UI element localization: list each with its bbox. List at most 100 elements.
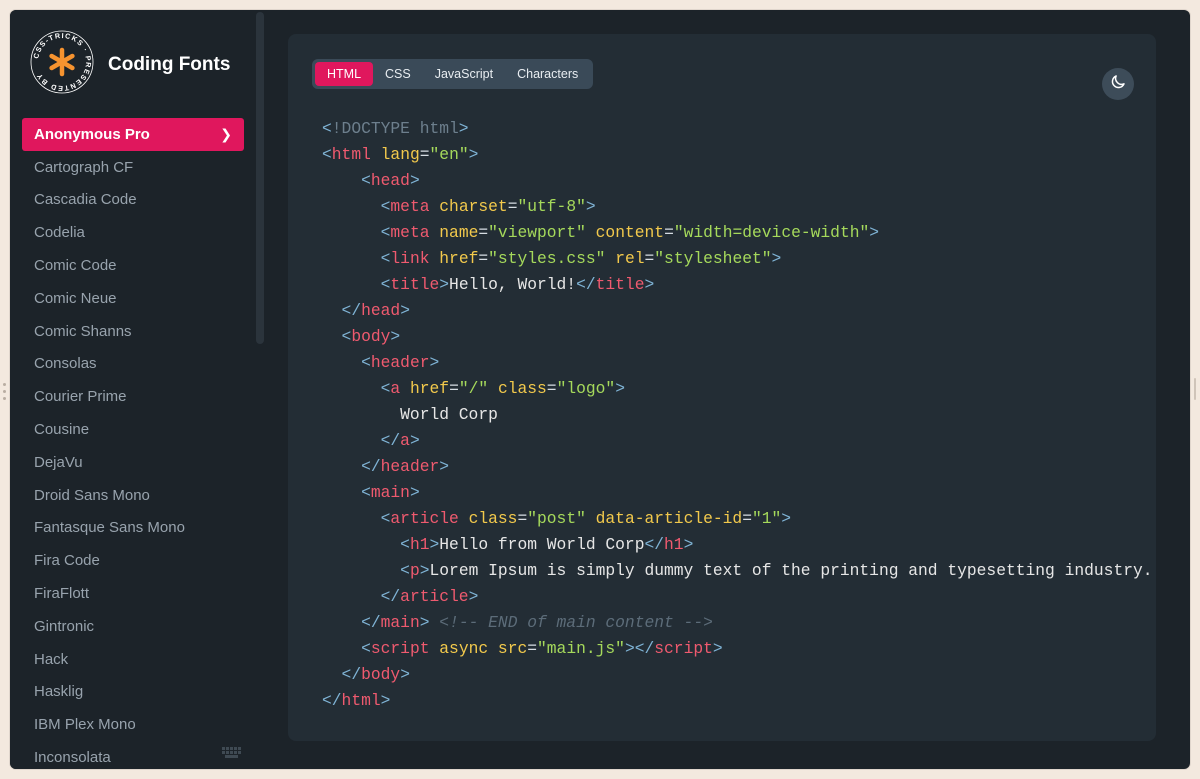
- font-item-gintronic[interactable]: Gintronic: [22, 610, 244, 643]
- font-item-hasklig[interactable]: Hasklig: [22, 676, 244, 709]
- code-token: =: [507, 197, 518, 216]
- code-token: World Corp: [322, 405, 498, 424]
- font-list: Anonymous Pro ❯ Cartograph CF Cascadia Code…: [22, 118, 244, 769]
- font-item-label: Fantasque Sans Mono: [34, 519, 185, 537]
- code-token: =: [449, 379, 459, 398]
- font-item-label: DejaVu: [34, 453, 83, 471]
- font-item-hack[interactable]: Hack: [22, 643, 244, 676]
- tab-characters[interactable]: Characters: [505, 62, 590, 86]
- code-token: meta: [390, 223, 430, 242]
- code-token: <: [380, 223, 391, 242]
- font-item-cartograph-cf[interactable]: Cartograph CF: [22, 151, 244, 184]
- code-token: script: [654, 639, 713, 658]
- code-token: h1: [664, 535, 684, 554]
- code-token: </: [576, 275, 596, 294]
- right-resize-grip-icon[interactable]: [1194, 378, 1196, 400]
- font-item-firaflott[interactable]: FiraFlott: [22, 577, 244, 610]
- code-token: >: [419, 561, 430, 580]
- font-item-fantasque-sans-mono[interactable]: Fantasque Sans Mono: [22, 512, 244, 545]
- code-token: title: [390, 275, 440, 294]
- code-token: href: [439, 249, 479, 268]
- code-token: <: [361, 171, 371, 190]
- tab-html[interactable]: HTML: [315, 62, 374, 86]
- font-item-inconsolata[interactable]: Inconsolata: [22, 741, 244, 769]
- font-item-label: Droid Sans Mono: [34, 486, 150, 504]
- font-item-label: Codelia: [34, 224, 85, 242]
- sidebar: CSS-TRICKS · PRESENTED BY Coding Fonts A…: [10, 10, 254, 769]
- code-token: >: [644, 275, 655, 294]
- font-item-comic-neue[interactable]: Comic Neue: [22, 282, 244, 315]
- code-token: >: [429, 535, 440, 554]
- code-token: "post": [527, 509, 586, 528]
- code-token: head: [370, 171, 410, 190]
- tab-css[interactable]: CSS: [373, 62, 423, 86]
- keyboard-icon[interactable]: [222, 746, 242, 758]
- font-item-label: FiraFlott: [34, 585, 90, 603]
- font-item-label: Comic Shanns: [34, 322, 132, 340]
- code-token: "viewport": [488, 223, 586, 242]
- theme-toggle-button[interactable]: [1102, 68, 1134, 100]
- tab-javascript[interactable]: JavaScript: [423, 62, 505, 86]
- code-token: ></: [624, 639, 655, 658]
- css-tricks-badge-icon: CSS-TRICKS · PRESENTED BY: [30, 30, 94, 94]
- font-item-label: Hack: [34, 650, 69, 668]
- code-token: title: [595, 275, 645, 294]
- code-token: src: [497, 639, 528, 658]
- code-line: <p>Lorem Ipsum is simply dummy text of t…: [322, 558, 1156, 584]
- code-token: html: [331, 145, 371, 164]
- code-token: article: [400, 587, 469, 606]
- code-token: async: [439, 639, 489, 658]
- code-token: </: [361, 457, 381, 476]
- font-item-anonymous-pro[interactable]: Anonymous Pro ❯: [22, 118, 244, 151]
- code-token: <: [380, 249, 391, 268]
- code-line: <meta name="viewport" content="width=dev…: [322, 220, 1156, 246]
- font-item-fira-code[interactable]: Fira Code: [22, 544, 244, 577]
- code-token: <: [361, 639, 371, 658]
- code-token: <: [322, 119, 332, 138]
- code-token: >: [712, 639, 723, 658]
- code-token: article: [390, 509, 459, 528]
- font-item-codelia[interactable]: Codelia: [22, 216, 244, 249]
- code-line: </article>: [322, 584, 1156, 610]
- font-item-label: Cartograph CF: [34, 158, 134, 176]
- font-item-comic-code[interactable]: Comic Code: [22, 249, 244, 282]
- font-item-label: Fira Code: [34, 552, 100, 570]
- code-line: <meta charset="utf-8">: [322, 194, 1156, 220]
- sidebar-scrollbar[interactable]: [256, 12, 264, 344]
- app-window: CSS-TRICKS · PRESENTED BY Coding Fonts A…: [10, 10, 1190, 769]
- code-line: <h1>Hello from World Corp</h1>: [322, 532, 1156, 558]
- font-item-courier-prime[interactable]: Courier Prime: [22, 380, 244, 413]
- code-token: >: [615, 379, 625, 398]
- font-item-cousine[interactable]: Cousine: [22, 413, 244, 446]
- code-token: Hello, World!: [449, 275, 577, 294]
- font-item-comic-shanns[interactable]: Comic Shanns: [22, 315, 244, 348]
- brand[interactable]: CSS-TRICKS · PRESENTED BY Coding Fonts: [30, 30, 230, 94]
- font-item-droid-sans-mono[interactable]: Droid Sans Mono: [22, 479, 244, 512]
- code-token: <: [361, 483, 371, 502]
- code-token: class: [497, 379, 547, 398]
- code-token: >: [429, 353, 440, 372]
- code-token: "en": [429, 145, 469, 164]
- font-item-consolas[interactable]: Consolas: [22, 348, 244, 381]
- font-item-dejavu[interactable]: DejaVu: [22, 446, 244, 479]
- font-item-cascadia-code[interactable]: Cascadia Code: [22, 184, 244, 217]
- code-token: Lorem Ipsum is simply dummy text of the …: [429, 561, 1156, 580]
- code-token: >: [409, 431, 420, 450]
- font-item-label: Gintronic: [34, 617, 95, 635]
- font-item-ibm-plex-mono[interactable]: IBM Plex Mono: [22, 708, 244, 741]
- font-item-label: Cascadia Code: [34, 191, 137, 209]
- left-resize-grip-icon[interactable]: [3, 383, 7, 405]
- code-token: =: [478, 249, 489, 268]
